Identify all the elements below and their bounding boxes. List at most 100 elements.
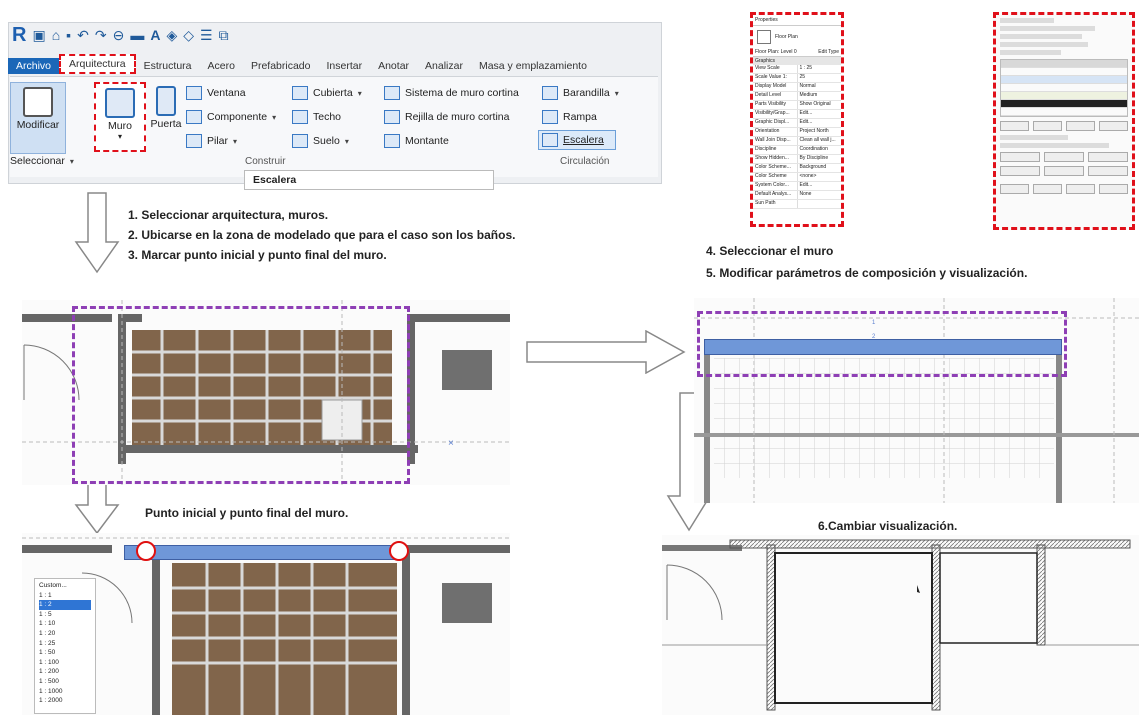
- tab-anotar[interactable]: Anotar: [370, 58, 417, 74]
- property-row[interactable]: Display Model Normal: [753, 83, 841, 92]
- insert-button[interactable]: [1000, 121, 1029, 131]
- property-value[interactable]: Coordination: [798, 146, 842, 154]
- property-value[interactable]: Edit...: [798, 119, 842, 127]
- scale-option[interactable]: 1 : 100: [39, 658, 91, 668]
- property-row[interactable]: Default Analys... None: [753, 191, 841, 200]
- section-icon[interactable]: ◇: [183, 27, 194, 44]
- thin-lines-icon[interactable]: ☰: [200, 27, 213, 44]
- measure-icon[interactable]: ▬: [130, 27, 144, 43]
- property-value[interactable]: Normal: [798, 83, 842, 91]
- save-icon[interactable]: ▪: [66, 27, 71, 43]
- modificar-button[interactable]: Modificar: [10, 82, 66, 154]
- property-value[interactable]: Edit...: [798, 110, 842, 118]
- property-value[interactable]: None: [798, 191, 842, 199]
- escalera-button[interactable]: Escalera: [542, 133, 604, 147]
- property-value[interactable]: Edit...: [798, 182, 842, 190]
- property-value[interactable]: 25: [798, 74, 842, 82]
- property-row[interactable]: System Color... Edit...: [753, 182, 841, 191]
- seleccionar-dropdown[interactable]: Seleccionar ▾: [10, 155, 74, 167]
- scale-option[interactable]: 1 : 25: [39, 639, 91, 649]
- property-row[interactable]: Parts Visibility Show Original: [753, 101, 841, 110]
- property-row[interactable]: Visibility/Grap... Edit...: [753, 110, 841, 119]
- scale-option[interactable]: 1 : 200: [39, 667, 91, 677]
- scale-option[interactable]: 1 : 10: [39, 619, 91, 629]
- tab-estructura[interactable]: Estructura: [136, 58, 200, 74]
- muro-button[interactable]: Muro ▾: [94, 82, 146, 152]
- tab-analizar[interactable]: Analizar: [417, 58, 471, 74]
- componente-button[interactable]: Componente ▾: [186, 110, 276, 124]
- down-button[interactable]: [1099, 121, 1128, 131]
- assign-layers-button[interactable]: [1000, 166, 1040, 176]
- scale-option[interactable]: 1 : 50: [39, 648, 91, 658]
- tab-archivo[interactable]: Archivo: [8, 58, 60, 74]
- property-row[interactable]: Show Hidden... By Discipline: [753, 155, 841, 164]
- 3d-view-icon[interactable]: ◈: [166, 27, 177, 44]
- cancel-button[interactable]: [1066, 184, 1095, 194]
- folder-icon[interactable]: ⌂: [52, 27, 60, 43]
- delete-button[interactable]: [1033, 121, 1062, 131]
- tab-masa-emplazamiento[interactable]: Masa y emplazamiento: [471, 58, 595, 74]
- open-icon[interactable]: ▣: [32, 27, 45, 44]
- techo-button[interactable]: Techo: [292, 110, 341, 124]
- montante-button[interactable]: Montante: [384, 134, 449, 148]
- scale-option[interactable]: 1 : 2000: [39, 696, 91, 706]
- up-button[interactable]: [1066, 121, 1095, 131]
- switch-windows-icon[interactable]: ⧉: [219, 27, 229, 44]
- property-row[interactable]: Discipline Coordination: [753, 146, 841, 155]
- chevron-down-icon[interactable]: ▾: [96, 132, 144, 141]
- selected-layer-row[interactable]: [1001, 100, 1127, 108]
- split-region-button[interactable]: [1044, 166, 1084, 176]
- rampa-button[interactable]: Rampa: [542, 110, 597, 124]
- rejilla-muro-cortina-button[interactable]: Rejilla de muro cortina: [384, 110, 509, 124]
- property-value[interactable]: Medium: [798, 92, 842, 100]
- tab-insertar[interactable]: Insertar: [318, 58, 370, 74]
- property-value[interactable]: By Discipline: [798, 155, 842, 163]
- property-row[interactable]: Detail Level Medium: [753, 92, 841, 101]
- property-value[interactable]: [798, 200, 842, 208]
- property-row[interactable]: View Scale 1 : 25: [753, 65, 841, 74]
- property-value[interactable]: <none>: [798, 173, 842, 181]
- scale-option[interactable]: 1 : 5: [39, 610, 91, 620]
- tab-acero[interactable]: Acero: [200, 58, 243, 74]
- property-value[interactable]: Clean all wall j...: [798, 137, 842, 145]
- sweeps-button[interactable]: [1088, 152, 1128, 162]
- preview-button[interactable]: [1000, 184, 1029, 194]
- sistema-muro-cortina-button[interactable]: Sistema de muro cortina: [384, 86, 519, 100]
- scale-option[interactable]: 1 : 20: [39, 629, 91, 639]
- property-row[interactable]: Color Scheme... Background: [753, 164, 841, 173]
- property-row[interactable]: Wall Join Disp... Clean all wall j...: [753, 137, 841, 146]
- ok-button[interactable]: [1033, 184, 1062, 194]
- revit-logo-icon[interactable]: R: [12, 24, 26, 47]
- scale-option[interactable]: 1 : 2: [39, 600, 91, 610]
- suelo-button[interactable]: Suelo ▾: [292, 134, 349, 148]
- modify-button[interactable]: [1000, 152, 1040, 162]
- view-scale-dropdown[interactable]: Custom... 1 : 11 : 21 : 51 : 10 1 : 20 1 : …: [34, 578, 96, 714]
- scale-option[interactable]: 1 : 1000: [39, 687, 91, 697]
- redo-icon[interactable]: ↷: [95, 27, 107, 44]
- scale-option[interactable]: 1 : 1: [39, 591, 91, 601]
- barandilla-button[interactable]: Barandilla ▾: [542, 86, 619, 100]
- property-row[interactable]: Sun Path: [753, 200, 841, 209]
- plan-view-4[interactable]: [662, 535, 1139, 715]
- undo-icon[interactable]: ↶: [77, 27, 89, 44]
- property-row[interactable]: Orientation Project North: [753, 128, 841, 137]
- scale-option[interactable]: 1 : 500: [39, 677, 91, 687]
- scale-option[interactable]: Custom...: [39, 581, 91, 591]
- tab-arquitectura[interactable]: Arquitectura: [59, 54, 136, 74]
- print-icon[interactable]: ⊖: [113, 27, 125, 44]
- reveals-button[interactable]: [1088, 166, 1128, 176]
- type-selector[interactable]: Floor Plan: [753, 26, 841, 48]
- property-value[interactable]: Show Original: [798, 101, 842, 109]
- property-row[interactable]: Scale Value 1: 25: [753, 74, 841, 83]
- property-row[interactable]: Graphic Displ... Edit...: [753, 119, 841, 128]
- pilar-button[interactable]: Pilar ▾: [186, 134, 237, 148]
- cubierta-button[interactable]: Cubierta ▾: [292, 86, 362, 100]
- ventana-button[interactable]: Ventana: [186, 86, 246, 100]
- text-icon[interactable]: A: [150, 27, 160, 43]
- help-button[interactable]: [1099, 184, 1128, 194]
- tab-prefabricado[interactable]: Prefabricado: [243, 58, 319, 74]
- property-value[interactable]: Project North: [798, 128, 842, 136]
- instance-selector[interactable]: Floor Plan: Level 0 Edit Type: [753, 48, 841, 57]
- property-value[interactable]: Background: [798, 164, 842, 172]
- property-value[interactable]: 1 : 25: [798, 65, 842, 73]
